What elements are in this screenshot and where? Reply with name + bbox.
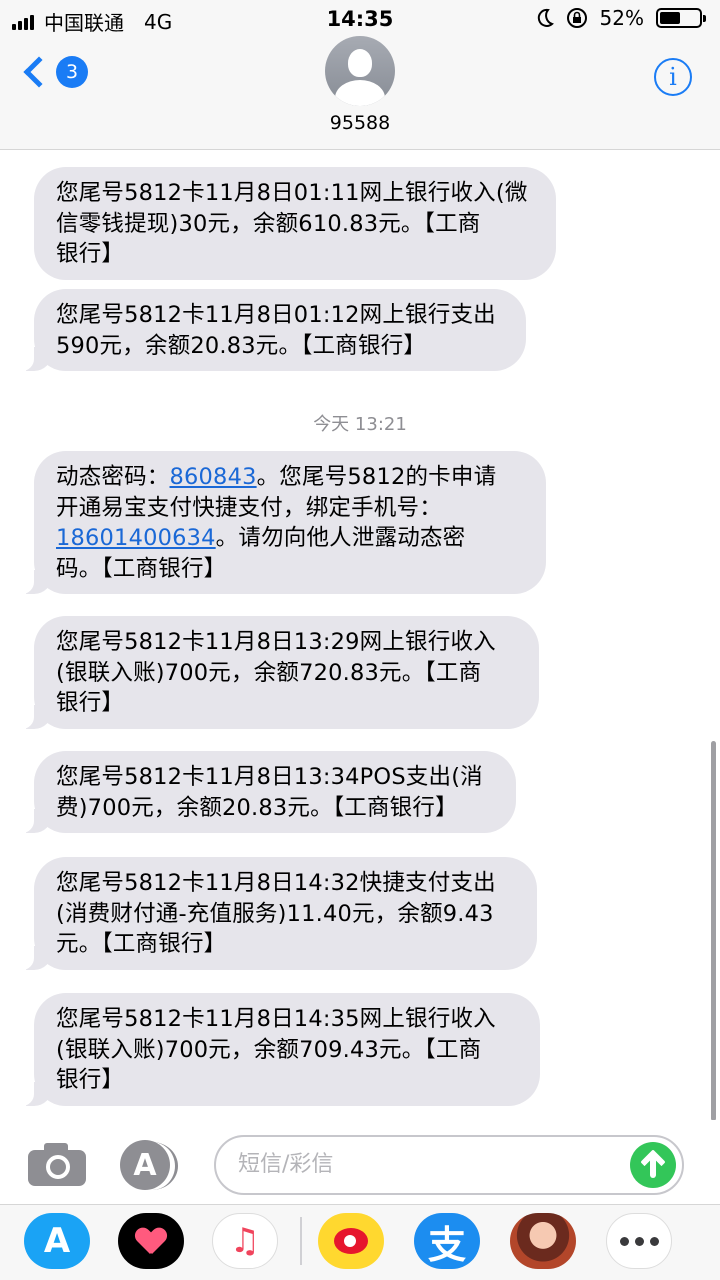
heart-icon xyxy=(136,1228,166,1254)
status-right: 52% xyxy=(536,6,706,30)
rotation-lock-icon xyxy=(566,8,587,28)
message-text-part: 动态密码： xyxy=(56,464,170,490)
apps-rim xyxy=(126,1142,178,1190)
chevron-left-icon xyxy=(23,56,55,88)
camera-button[interactable] xyxy=(28,1142,86,1186)
avatar-body xyxy=(335,80,385,106)
message-bubble[interactable]: 您尾号5812卡11月8日01:12网上银行支出 590元，余额20.83元。【… xyxy=(20,289,526,371)
message-bubble[interactable]: 您尾号5812卡11月8日14:32快捷支付支出 (消费财付通-充值服务)11.… xyxy=(20,857,537,970)
apps-button[interactable]: A xyxy=(120,1140,182,1190)
message-bubble[interactable]: 您尾号5812卡11月8日01:11网上银行收入(微 信零钱提现)30元，余额6… xyxy=(34,167,556,280)
send-button[interactable] xyxy=(630,1142,676,1188)
drawer-divider xyxy=(300,1217,302,1265)
message-text: 您尾号5812卡11月8日13:34POS支出(消 费)700元，余额20.83… xyxy=(56,764,483,821)
weibo-icon xyxy=(334,1228,368,1254)
camera-lens xyxy=(46,1155,70,1179)
avatar-head xyxy=(348,49,372,77)
battery-icon xyxy=(656,8,706,28)
status-bar: 中国联通 4G 14:35 52% xyxy=(0,0,720,36)
unread-badge: 3 xyxy=(56,56,88,88)
message-bubble[interactable]: 您尾号5812卡11月8日14:35网上银行收入 (银联入账)700元，余额70… xyxy=(20,993,540,1106)
message-text: 您尾号5812卡11月8日01:12网上银行支出 590元，余额20.83元。【… xyxy=(56,302,496,359)
app-drawer: A ♫ 支 xyxy=(0,1204,720,1280)
message-text: 动态密码：860843。您尾号5812的卡申请 开通易宝支付快捷支付，绑定手机号… xyxy=(56,462,524,584)
scrollbar[interactable] xyxy=(711,741,716,1120)
conversation-header: 3 95588 i xyxy=(0,36,720,150)
message-bubble[interactable]: 动态密码：860843。您尾号5812的卡申请 开通易宝支付快捷支付，绑定手机号… xyxy=(20,451,546,594)
battery-percent: 52% xyxy=(599,6,644,30)
phone-number-link[interactable]: 18601400634 xyxy=(56,525,216,551)
message-text: 您尾号5812卡11月8日14:35网上银行收入 (银联入账)700元，余额70… xyxy=(56,1006,496,1093)
arrow-up-head xyxy=(640,1149,666,1175)
contact-name[interactable]: 95588 xyxy=(0,112,720,134)
message-text: 您尾号5812卡11月8日13:29网上银行收入 (银联入账)700元，余额72… xyxy=(56,629,496,716)
battery-fill xyxy=(660,12,680,24)
message-input[interactable]: 短信/彩信 xyxy=(214,1135,684,1195)
compose-bar: A 短信/彩信 xyxy=(0,1120,720,1204)
more-apps-button[interactable] xyxy=(606,1213,672,1269)
weibo-app-icon[interactable] xyxy=(318,1213,384,1269)
alipay-app-icon[interactable]: 支 xyxy=(414,1213,480,1269)
more-icon xyxy=(619,1236,659,1246)
game-app-icon[interactable] xyxy=(510,1213,576,1269)
heart-app-icon[interactable] xyxy=(118,1213,184,1269)
message-text: 您尾号5812卡11月8日01:11网上银行收入(微 信零钱提现)30元，余额6… xyxy=(56,180,528,267)
app-store-app-icon[interactable]: A xyxy=(24,1213,90,1269)
avatar[interactable] xyxy=(325,36,395,106)
info-button[interactable]: i xyxy=(654,58,692,96)
message-bubble[interactable]: 您尾号5812卡11月8日13:29网上银行收入 (银联入账)700元，余额72… xyxy=(20,616,539,729)
timestamp: 今天 13:21 xyxy=(313,414,407,435)
message-text: 您尾号5812卡11月8日14:32快捷支付支出 (消费财付通-充值服务)11.… xyxy=(56,870,496,957)
moon-icon xyxy=(537,8,554,27)
back-button[interactable]: 3 xyxy=(18,56,88,88)
music-app-icon[interactable]: ♫ xyxy=(212,1213,278,1269)
otp-code-link[interactable]: 860843 xyxy=(170,464,257,490)
message-bubble[interactable]: 您尾号5812卡11月8日13:34POS支出(消 费)700元，余额20.83… xyxy=(20,751,516,833)
message-list[interactable]: 您尾号5812卡11月8日01:11网上银行收入(微 信零钱提现)30元，余额6… xyxy=(0,151,720,1120)
